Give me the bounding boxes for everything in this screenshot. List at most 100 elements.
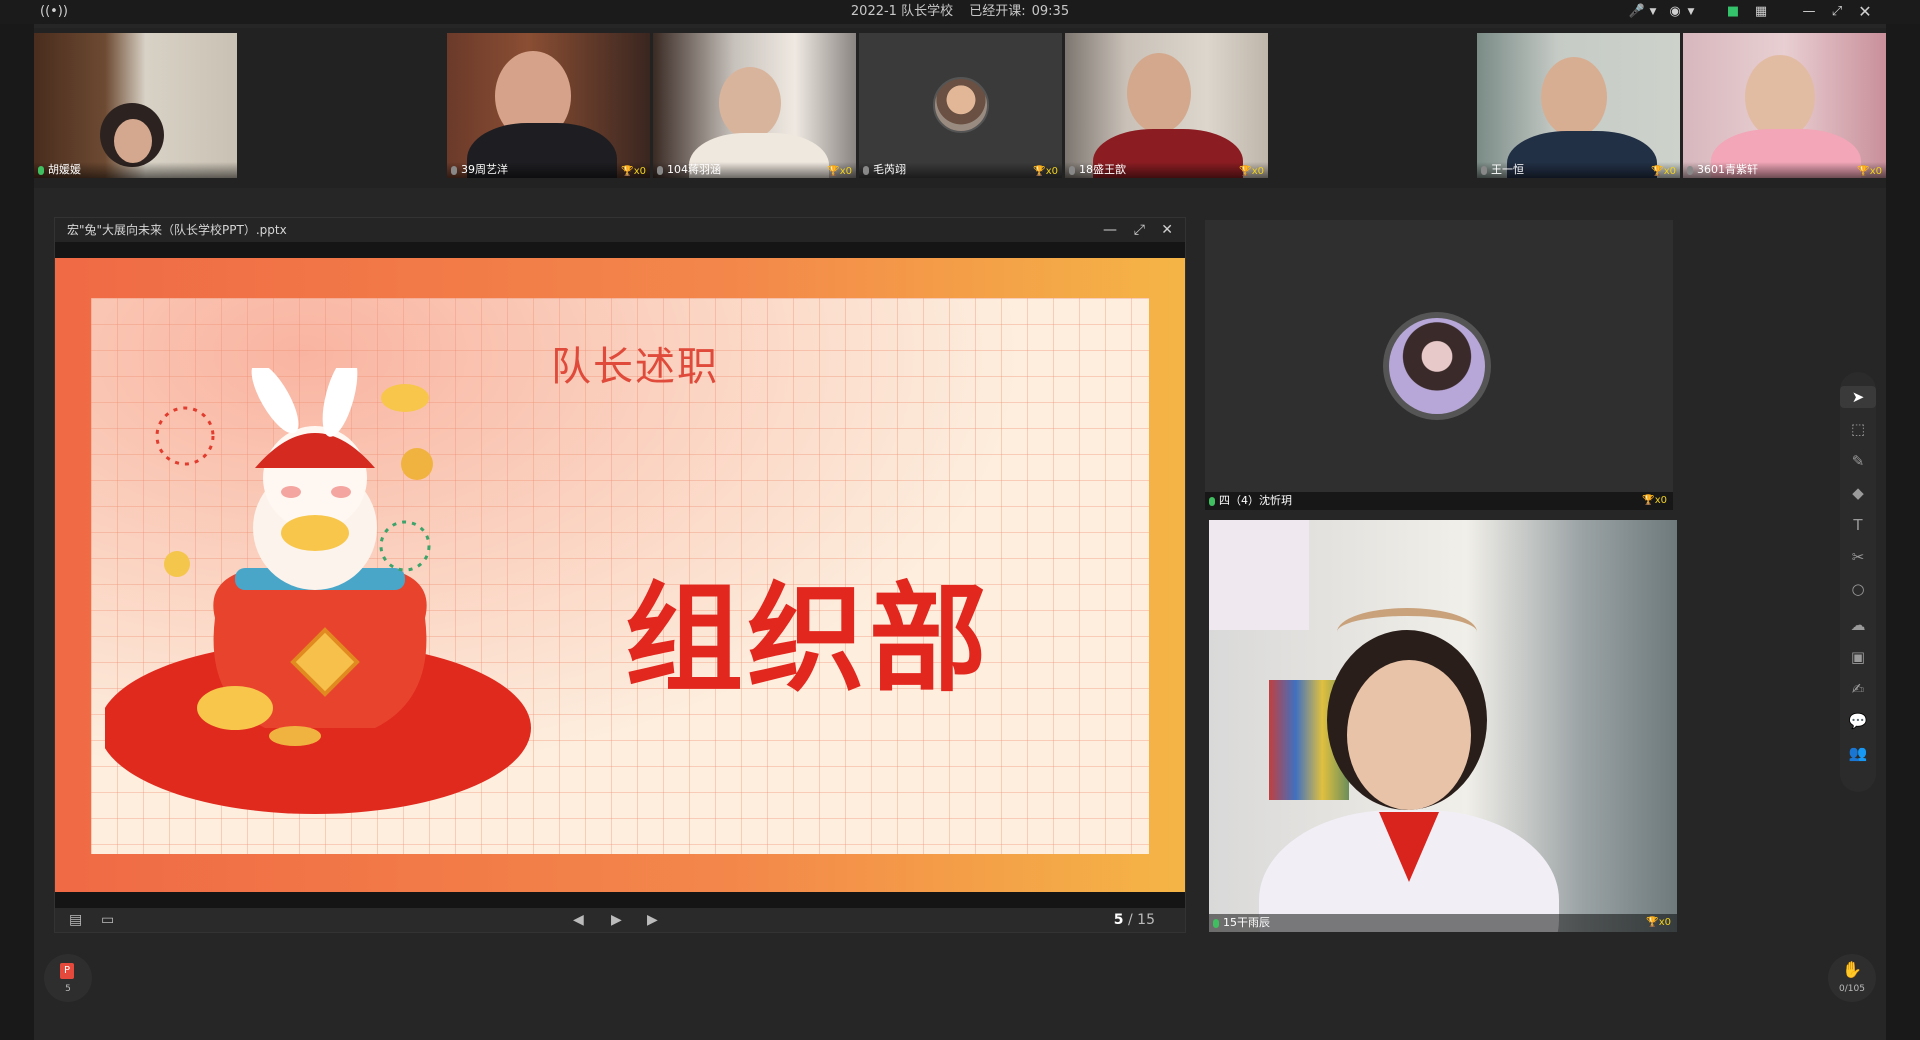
participant-tile[interactable]: 104蒋羽涵 🏆x0 <box>653 33 856 178</box>
camera-icon[interactable]: ◉ <box>1664 2 1686 22</box>
participant-name: 毛芮翊 <box>873 163 906 176</box>
participant-name: 39周艺洋 <box>461 163 508 176</box>
text-icon[interactable]: T <box>1840 514 1876 536</box>
slide-subtitle: 队长述职 <box>551 344 719 390</box>
participant-name: 胡媛媛 <box>48 163 81 176</box>
thumbnail-panel-icon[interactable]: ▤ <box>69 908 82 932</box>
select-area-icon[interactable]: ⬚ <box>1840 418 1876 440</box>
previous-slide-icon[interactable]: ◀ <box>573 908 584 932</box>
chat-icon[interactable]: 💬 <box>1840 710 1876 732</box>
mic-off-icon <box>657 165 663 175</box>
participant-name-bar: 3601青紫轩 <box>1683 162 1886 178</box>
gold-ingot-icon <box>197 686 273 730</box>
gold-coin-icon <box>269 726 321 746</box>
page-separator: / <box>1128 912 1133 928</box>
mic-off-icon <box>451 165 457 175</box>
mic-off-icon <box>1069 165 1075 175</box>
cat-ear-headband <box>1337 608 1477 656</box>
play-icon[interactable]: ▶ <box>611 908 622 932</box>
minimize-icon[interactable]: — <box>1103 218 1117 242</box>
trophy-count: 🏆x0 <box>1646 917 1671 928</box>
participant-name-bar: 18盛王歆 <box>1065 162 1268 178</box>
record-icon[interactable]: ■ <box>1722 2 1744 22</box>
next-slide-icon[interactable]: ▶ <box>647 908 658 932</box>
rabbit-ear-left <box>251 368 299 434</box>
eraser-icon[interactable]: ◆ <box>1840 482 1876 504</box>
participant-tile[interactable]: 3601青紫轩 🏆x0 <box>1683 33 1886 178</box>
ppt-title-bar[interactable]: 宏"兔"大展向未来（队长学校PPT）.pptx — ⤢ ✕ <box>55 218 1185 242</box>
drawing-toolbar: ➤ ⬚ ✎ ◆ T ✂ ○ ☁ ▣ ✍ 💬 👥 <box>1840 372 1876 792</box>
ppt-window[interactable]: 宏"兔"大展向未来（队长学校PPT）.pptx — ⤢ ✕ 队长述职 组织部 ▤… <box>54 217 1186 933</box>
cloud-icon[interactable]: ☁ <box>1840 614 1876 636</box>
gold-ingot-icon <box>281 515 349 551</box>
participant-name-bar: 胡媛媛 <box>34 162 237 178</box>
wall-poster <box>1209 520 1309 630</box>
participant-name-bar: 王一恒 <box>1477 162 1680 178</box>
participant-tile[interactable]: 胡媛媛 <box>34 33 237 178</box>
toolbox-icon[interactable]: ▣ <box>1840 646 1876 668</box>
ppt-count: 5 <box>65 984 71 994</box>
ppt-filename: 宏"兔"大展向未来（队长学校PPT）.pptx <box>67 223 287 237</box>
avatar-photo <box>1389 318 1485 414</box>
gold-ingot-icon <box>381 384 429 412</box>
maximize-icon[interactable]: ⤢ <box>1134 218 1145 242</box>
notes-icon[interactable]: ▭ <box>101 908 114 932</box>
trophy-count-value: x0 <box>633 166 646 177</box>
student-name: 15干雨辰 <box>1223 916 1270 929</box>
participant-tile[interactable]: 18盛王歆 🏆x0 <box>1065 33 1268 178</box>
participant-tile[interactable]: 王一恒 🏆x0 <box>1477 33 1680 178</box>
pointer-icon[interactable]: ➤ <box>1840 386 1876 408</box>
student-name-bar: 四（4）沈忻玥 🏆x0 <box>1205 492 1673 510</box>
mic-on-icon <box>38 165 44 175</box>
page-current: 5 <box>1113 912 1124 928</box>
trophy-count-value: x0 <box>1251 166 1264 177</box>
rabbit-illustration <box>105 368 531 814</box>
microphone-icon[interactable]: 🎤 <box>1626 2 1648 22</box>
firework-icon <box>155 406 215 466</box>
page-total: 15 <box>1137 912 1155 928</box>
grid-layout-icon[interactable]: ▦ <box>1750 2 1772 22</box>
student-avatar <box>1383 312 1491 420</box>
close-icon[interactable]: ✕ <box>1161 218 1173 242</box>
participant-name-bar: 104蒋羽涵 <box>653 162 856 178</box>
minimize-icon[interactable]: — <box>1798 2 1820 22</box>
mic-on-icon <box>1209 496 1215 506</box>
close-icon[interactable]: ✕ <box>1854 2 1876 22</box>
ppt-list-button[interactable]: P 5 <box>44 954 92 1002</box>
participant-tile[interactable]: 毛芮翊 🏆x0 <box>859 33 1062 178</box>
hand-raise-count: 0/105 <box>1839 984 1865 994</box>
trophy-count: 🏆x0 <box>1642 495 1667 506</box>
student-camera-tile[interactable]: 四（4）沈忻玥 🏆x0 <box>1205 220 1673 510</box>
trophy-count: 🏆x0 <box>1239 166 1264 177</box>
rabbit-hat <box>255 433 375 468</box>
hand-raise-icon: ✋ <box>1842 960 1862 979</box>
participant-tile[interactable]: 39周艺洋 🏆x0 <box>447 33 650 178</box>
participant-name-bar: 39周艺洋 <box>447 162 650 178</box>
student-video-tile[interactable]: 15干雨辰 🏆x0 <box>1209 520 1677 932</box>
pen-icon[interactable]: ✎ <box>1840 450 1876 472</box>
right-margin <box>1886 24 1920 1040</box>
slide-canvas: 队长述职 组织部 <box>55 258 1185 892</box>
ppt-control-bar: ▤ ▭ ◀ ▶ ▶ 5 / 15 <box>55 908 1185 932</box>
ppt-icon: P <box>60 963 74 979</box>
gold-coin-icon <box>164 551 190 577</box>
mic-off-icon <box>1481 165 1487 175</box>
chevron-down-icon[interactable]: ▼ <box>1646 2 1660 22</box>
firework-icon <box>379 520 431 572</box>
shape-icon[interactable]: ○ <box>1840 578 1876 600</box>
mic-off-icon <box>1687 165 1693 175</box>
trophy-count-value: x0 <box>1663 166 1676 177</box>
hand-raise-button[interactable]: ✋ 0/105 <box>1828 954 1876 1002</box>
scissors-icon[interactable]: ✂ <box>1840 546 1876 568</box>
chevron-down-icon[interactable]: ▼ <box>1684 2 1698 22</box>
restore-icon[interactable]: ⤢ <box>1826 2 1848 22</box>
participant-avatar <box>933 77 989 133</box>
participant-face <box>1745 55 1815 139</box>
rabbit-cheek <box>281 486 301 498</box>
page-indicator: 5 / 15 <box>1114 908 1155 932</box>
class-name: 2022-1 队长学校 <box>850 4 954 19</box>
edit-icon[interactable]: ✍ <box>1840 678 1876 700</box>
members-icon[interactable]: 👥 <box>1840 742 1876 764</box>
student-name-bar: 15干雨辰 🏆x0 <box>1209 914 1677 932</box>
title-bar: ((•)) 2022-1 队长学校 已经开课: 09:35 🎤 ▼ ◉ ▼ ■ ▦… <box>0 0 1920 24</box>
